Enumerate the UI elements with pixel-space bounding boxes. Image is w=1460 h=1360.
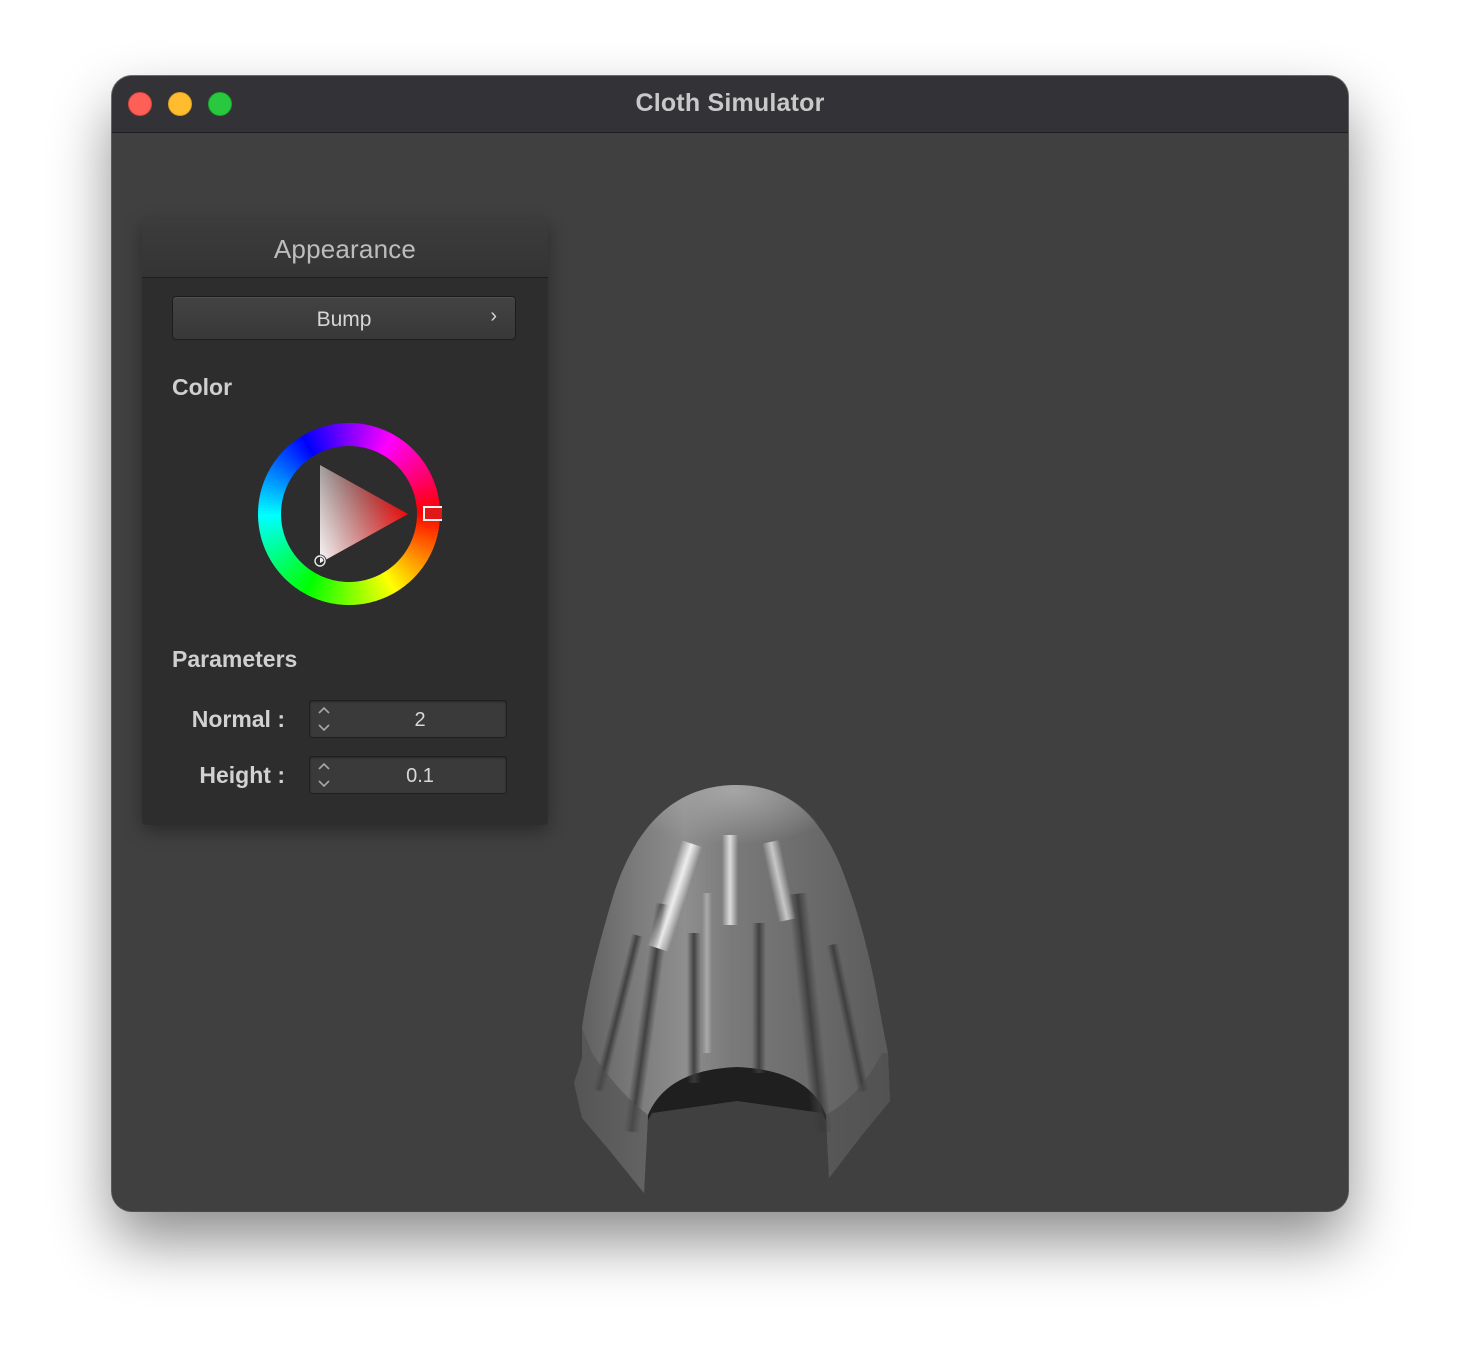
hue-selector-handle[interactable] (423, 506, 442, 521)
panel-title: Appearance (273, 234, 417, 264)
stepper-arrows-icon[interactable] (314, 704, 334, 734)
chevron-right-icon: › (490, 305, 497, 327)
height-label: Height : (199, 762, 285, 788)
bump-mode-button[interactable]: Bump › (172, 296, 516, 340)
appearance-panel: Appearance Bump › Color Parameters Norma… (142, 219, 548, 825)
3d-viewport[interactable]: Appearance Bump › Color Parameters Norma… (112, 133, 1348, 1211)
color-wheel[interactable] (256, 421, 442, 607)
parameters-section-label: Parameters (172, 646, 298, 672)
height-spinbox[interactable]: 0.1 (309, 756, 507, 794)
stepper-arrows-icon[interactable] (314, 760, 334, 790)
title-bar[interactable]: Cloth Simulator (112, 76, 1348, 133)
normal-value[interactable]: 2 (334, 709, 506, 732)
normal-spinbox[interactable]: 2 (309, 700, 507, 738)
app-window: Cloth Simulator Appearance Bump › Color (112, 76, 1348, 1211)
cloth-mesh[interactable] (552, 783, 922, 1203)
normal-label: Normal : (191, 706, 285, 732)
bump-mode-label: Bump (316, 308, 372, 331)
height-value[interactable]: 0.1 (334, 765, 506, 788)
panel-header[interactable]: Appearance (142, 219, 548, 278)
saturation-value-triangle[interactable] (316, 461, 412, 567)
color-section-label: Color (172, 374, 233, 400)
window-title: Cloth Simulator (635, 89, 825, 117)
